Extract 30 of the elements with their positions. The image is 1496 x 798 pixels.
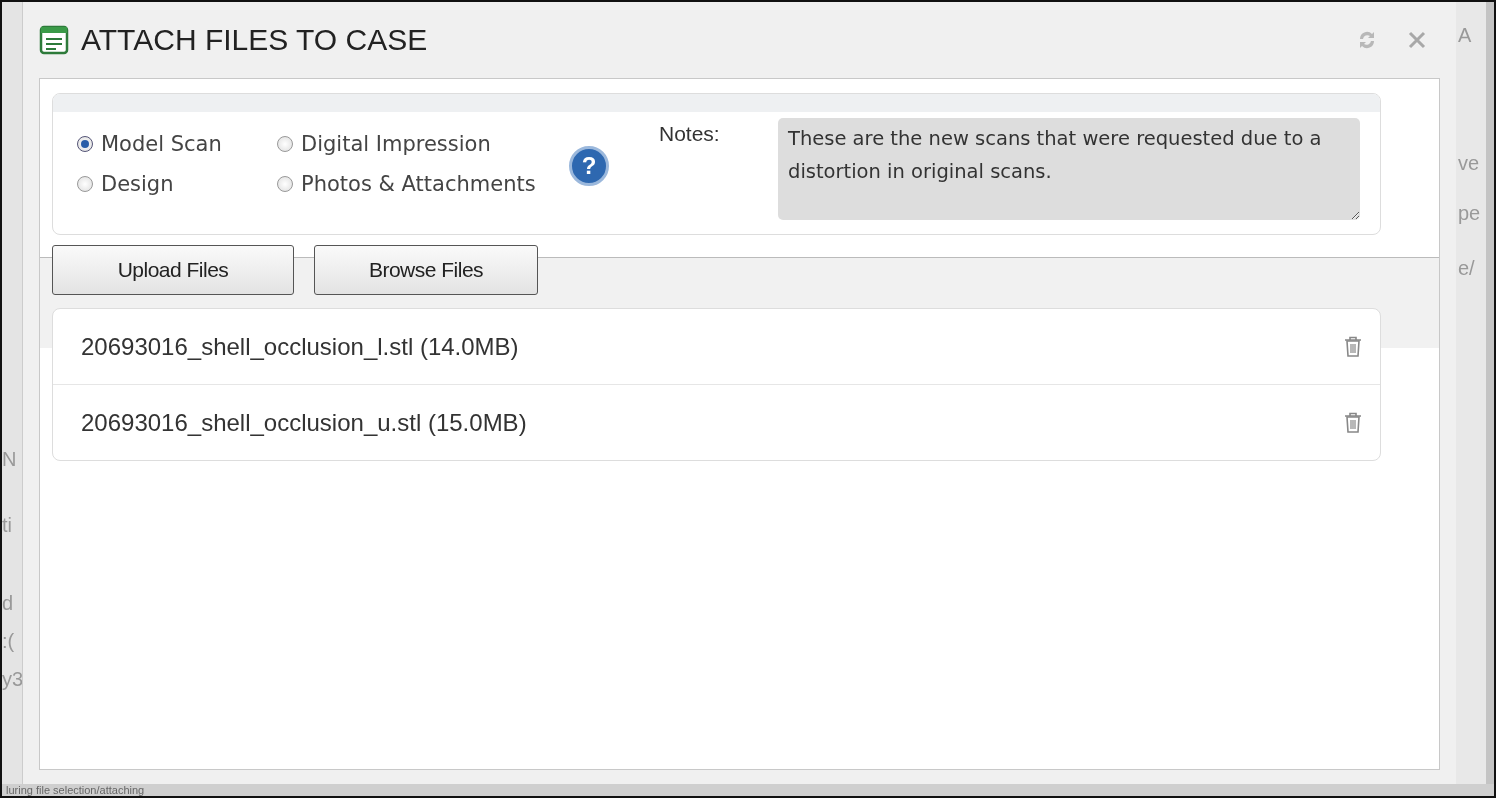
background-text: pe (1458, 202, 1481, 225)
background-text: d (2, 592, 14, 615)
radio-button[interactable] (277, 136, 293, 152)
background-text: N (2, 448, 17, 471)
radio-button[interactable] (277, 176, 293, 192)
close-icon[interactable] (1408, 31, 1426, 49)
background-text: ve (1458, 152, 1480, 175)
background-text: y3 (2, 668, 22, 691)
background-text: :( (2, 630, 15, 653)
radio-button[interactable] (77, 136, 93, 152)
background-text: luring file selection/attaching (2, 784, 1494, 796)
trash-icon[interactable] (1344, 335, 1362, 358)
file-button[interactable]: Upload Files (52, 245, 294, 295)
help-icon[interactable]: ? (569, 146, 609, 186)
background-text: A (1458, 24, 1472, 47)
radio-button[interactable] (77, 176, 93, 192)
notes-label: Notes: (659, 122, 720, 146)
trash-icon[interactable] (1344, 411, 1362, 434)
file-name: 20693016_shell_occlusion_u.stl (15.0MB) (81, 408, 527, 437)
radio-option[interactable]: Digital Impression (277, 132, 537, 156)
radio-option[interactable]: Design (77, 172, 277, 196)
dialog-title: ATTACH FILES TO CASE (81, 23, 429, 57)
notes-field[interactable]: These are the new scans that were requested due to a distortion in original scans. (778, 118, 1360, 220)
background-text: e/ (1458, 257, 1475, 280)
file-name: 20693016_shell_occlusion_l.stl (14.0MB) (81, 332, 519, 361)
radio-option[interactable]: Model Scan (77, 132, 277, 156)
background-text: ti (2, 514, 12, 537)
document-icon (39, 25, 69, 55)
radio-option[interactable]: Photos & Attachments (277, 172, 537, 196)
file-button[interactable]: Browse Files (314, 245, 538, 295)
